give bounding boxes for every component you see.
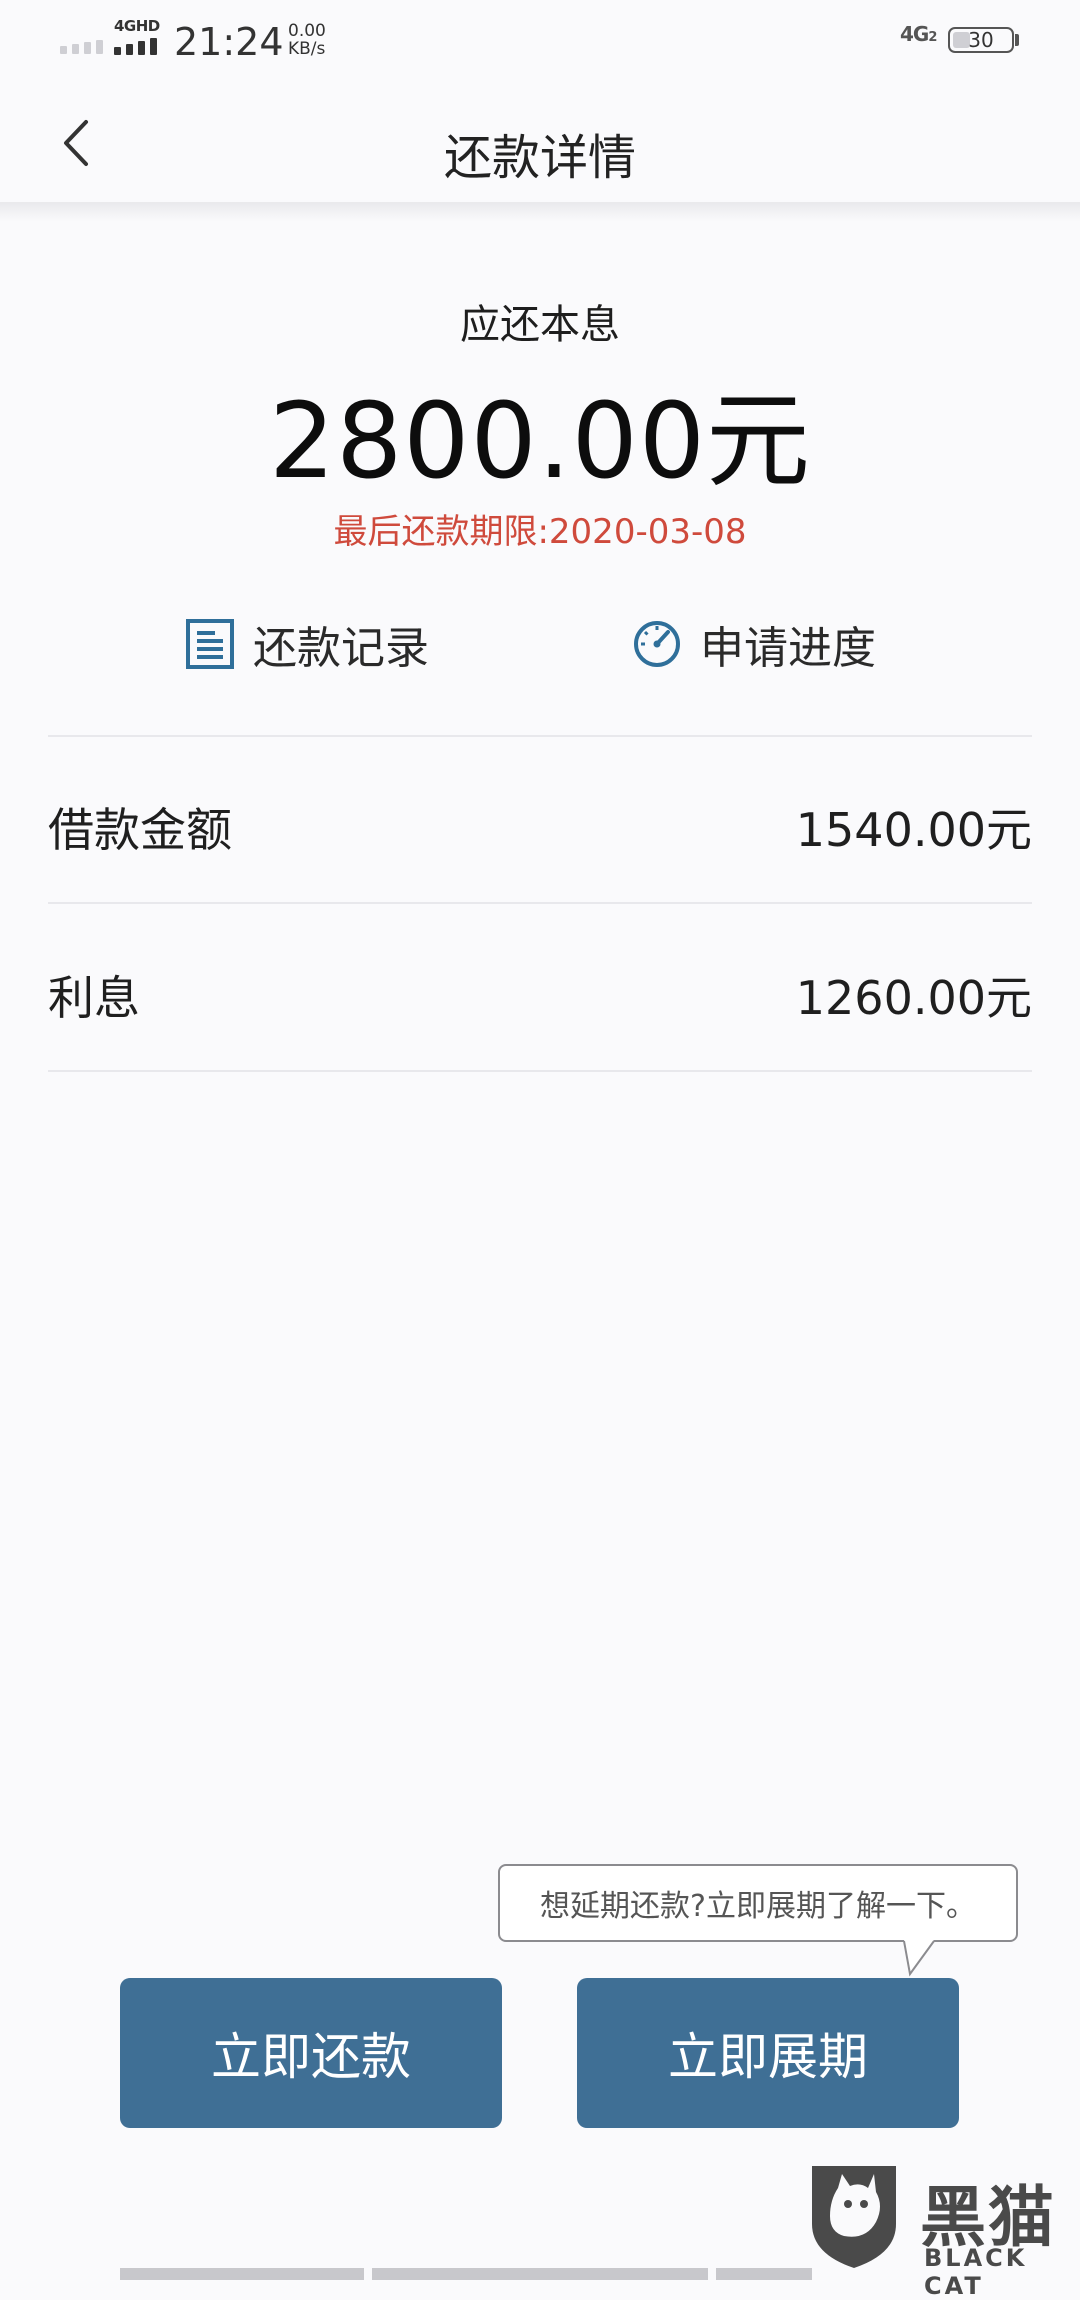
repay-now-button[interactable]: 立即还款 <box>120 1978 502 2128</box>
battery-tip <box>1015 34 1019 46</box>
extension-tooltip: 想延期还款?立即展期了解一下。 <box>498 1864 1018 1942</box>
repayment-deadline: 最后还款期限:2020-03-08 <box>333 512 747 552</box>
bottom-strip <box>716 2268 812 2280</box>
extension-tooltip-text: 想延期还款?立即展期了解一下。 <box>540 1889 976 1924</box>
divider <box>48 1070 1032 1072</box>
nav-divider <box>0 202 1080 222</box>
document-icon <box>186 619 234 669</box>
extend-now-button[interactable]: 立即展期 <box>577 1978 959 2128</box>
interest-value: 1260.00元 <box>795 971 1032 1025</box>
battery-icon: 30 <box>948 27 1014 53</box>
bottom-strip <box>372 2268 708 2280</box>
network-4g-indicator: 4G2 <box>900 22 937 46</box>
interest-label: 利息 <box>48 971 140 1025</box>
repayment-records-label: 还款记录 <box>253 623 429 674</box>
amount-due-label: 应还本息 <box>460 302 620 348</box>
loan-amount-label: 借款金额 <box>48 803 232 857</box>
network-4g-sub: 2 <box>928 30 937 45</box>
status-time: 21:24 <box>174 20 284 64</box>
loan-amount-value: 1540.00元 <box>795 803 1032 857</box>
watermark-subtitle: BLACK CAT <box>924 2244 1028 2300</box>
bottom-strip <box>120 2268 364 2280</box>
black-cat-watermark: 黑猫 BLACK CAT <box>804 2160 1080 2300</box>
page-title: 还款详情 <box>443 130 636 186</box>
network-4g-label: 4G <box>900 22 929 46</box>
network-speed: 0.00 KB/s <box>288 22 326 58</box>
divider <box>48 902 1032 904</box>
tooltip-tail-icon <box>903 1940 935 1977</box>
application-progress-label: 申请进度 <box>700 623 876 674</box>
gauge-icon <box>634 621 680 667</box>
nav-bar: 还款详情 <box>0 84 1080 202</box>
network-label: 4GHD <box>114 17 160 35</box>
battery-percent: 30 <box>968 28 994 52</box>
network-indicator: 4GHD <box>114 18 162 55</box>
signal-weak-icon <box>60 40 103 54</box>
cat-shield-icon <box>812 2166 896 2268</box>
network-speed-unit: KB/s <box>288 39 326 59</box>
application-progress-link[interactable]: 申请进度 <box>632 608 876 680</box>
repayment-records-link[interactable]: 还款记录 <box>185 608 429 680</box>
divider <box>48 735 1032 737</box>
amount-due-value: 2800.00元 <box>268 380 812 502</box>
network-speed-value: 0.00 <box>288 21 326 41</box>
signal-strong-icon <box>114 38 162 55</box>
status-bar: 4GHD 21:24 0.00 KB/s 4G2 30 <box>0 0 1080 84</box>
